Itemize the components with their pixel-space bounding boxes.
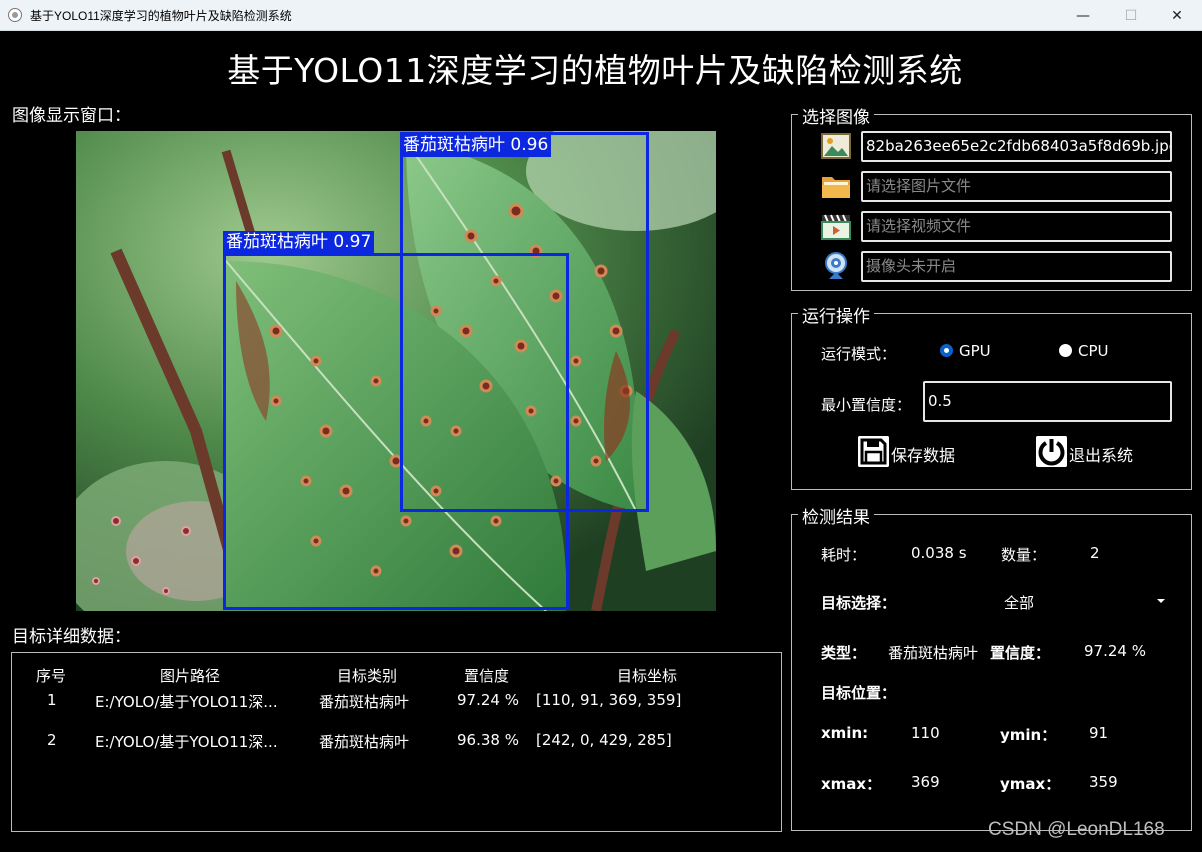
- window-title: 基于YOLO11深度学习的植物叶片及缺陷检测系统: [30, 9, 292, 23]
- power-icon[interactable]: [1036, 436, 1067, 467]
- type-value: 番茄斑枯病叶: [888, 644, 979, 662]
- cpu-radio-label[interactable]: CPU: [1078, 342, 1109, 360]
- detail-table[interactable]: 序号 图片路径 目标类别 置信度 目标坐标 1 E:/YOLO/基于YOLO11…: [11, 652, 782, 832]
- select-image-title: 选择图像: [798, 103, 874, 128]
- ymax-label: ymax：: [1000, 775, 1061, 793]
- table-cell-coords: [242, 0, 429, 285]: [536, 731, 672, 749]
- image-panel-label: 图像显示窗口：: [12, 106, 131, 126]
- detail-table-label: 目标详细数据：: [12, 627, 131, 647]
- count-label: 数量：: [1001, 546, 1047, 564]
- image-icon[interactable]: [821, 131, 851, 161]
- camera-icon[interactable]: [821, 251, 851, 281]
- min-confidence-input[interactable]: 0.5: [923, 381, 1172, 422]
- chevron-down-icon[interactable]: [1156, 598, 1166, 604]
- confidence-label: 置信度：: [990, 644, 1051, 662]
- count-value: 2: [1090, 544, 1100, 562]
- confidence-value: 97.24 %: [1084, 642, 1146, 660]
- maximize-button[interactable]: ☐: [1108, 0, 1154, 31]
- xmax-label: xmax：: [821, 775, 882, 793]
- minimize-button[interactable]: —: [1060, 0, 1106, 31]
- xmin-label: xmin:: [821, 724, 869, 742]
- col-header-confidence: 置信度: [464, 667, 510, 685]
- video-file-field[interactable]: 请选择视频文件: [861, 211, 1172, 242]
- table-cell-confidence: 96.38 %: [457, 731, 519, 749]
- detection-label-1: 番茄斑枯病叶 0.96: [400, 134, 552, 157]
- close-button[interactable]: ✕: [1154, 0, 1200, 31]
- detection-label-2: 番茄斑枯病叶 0.97: [223, 231, 375, 254]
- col-header-index: 序号: [36, 667, 67, 685]
- table-cell-class: 番茄斑枯病叶: [319, 733, 410, 751]
- time-value: 0.038 s: [911, 544, 967, 562]
- xmin-value: 110: [911, 724, 940, 742]
- video-icon[interactable]: [821, 211, 851, 241]
- table-cell-coords: [110, 91, 369, 359]: [536, 691, 682, 709]
- save-icon[interactable]: [858, 436, 889, 467]
- image-folder-field[interactable]: 请选择图片文件: [861, 171, 1172, 202]
- detection-box-2: [223, 253, 569, 610]
- run-mode-label: 运行模式：: [821, 345, 897, 363]
- table-cell-index: 1: [47, 691, 57, 709]
- save-data-button[interactable]: 保存数据: [891, 442, 955, 466]
- folder-icon[interactable]: [821, 171, 851, 201]
- table-cell-class: 番茄斑枯病叶: [319, 693, 410, 711]
- table-cell-confidence: 97.24 %: [457, 691, 519, 709]
- table-cell-index: 2: [47, 731, 57, 749]
- app-icon: [8, 8, 22, 22]
- col-header-coords: 目标坐标: [617, 667, 678, 685]
- app-title: 基于YOLO11深度学习的植物叶片及缺陷检测系统: [227, 51, 963, 90]
- type-label: 类型：: [821, 644, 867, 662]
- ymax-value: 359: [1089, 773, 1118, 791]
- target-position-label: 目标位置：: [821, 684, 897, 702]
- min-confidence-label: 最小置信度：: [821, 396, 912, 414]
- ymin-value: 91: [1089, 724, 1109, 742]
- col-header-class: 目标类别: [337, 667, 398, 685]
- time-label: 耗时：: [821, 546, 867, 564]
- col-header-path: 图片路径: [160, 667, 221, 685]
- run-ops-title: 运行操作: [798, 302, 874, 327]
- table-cell-path: E:/YOLO/基于YOLO11深...: [95, 693, 278, 711]
- watermark: CSDN @LeonDL168: [988, 819, 1165, 840]
- image-file-field[interactable]: 82ba263ee65e2c2fdb68403a5f8d69b.jpg: [861, 131, 1172, 162]
- window-titlebar: 基于YOLO11深度学习的植物叶片及缺陷检测系统 — ☐ ✕: [0, 0, 1202, 31]
- results-title: 检测结果: [798, 503, 874, 528]
- gpu-radio-label[interactable]: GPU: [959, 342, 991, 360]
- cpu-radio[interactable]: [1059, 344, 1072, 357]
- target-select-label: 目标选择：: [821, 594, 897, 612]
- xmax-value: 369: [911, 773, 940, 791]
- table-cell-path: E:/YOLO/基于YOLO11深...: [95, 733, 278, 751]
- gpu-radio[interactable]: [940, 344, 953, 357]
- camera-field[interactable]: 摄像头未开启: [861, 251, 1172, 282]
- ymin-label: ymin：: [1000, 726, 1057, 744]
- target-select-dropdown[interactable]: 全部: [1004, 592, 1034, 613]
- image-display: 番茄斑枯病叶 0.96 番茄斑枯病叶 0.97: [76, 131, 716, 611]
- exit-system-button[interactable]: 退出系统: [1069, 442, 1133, 466]
